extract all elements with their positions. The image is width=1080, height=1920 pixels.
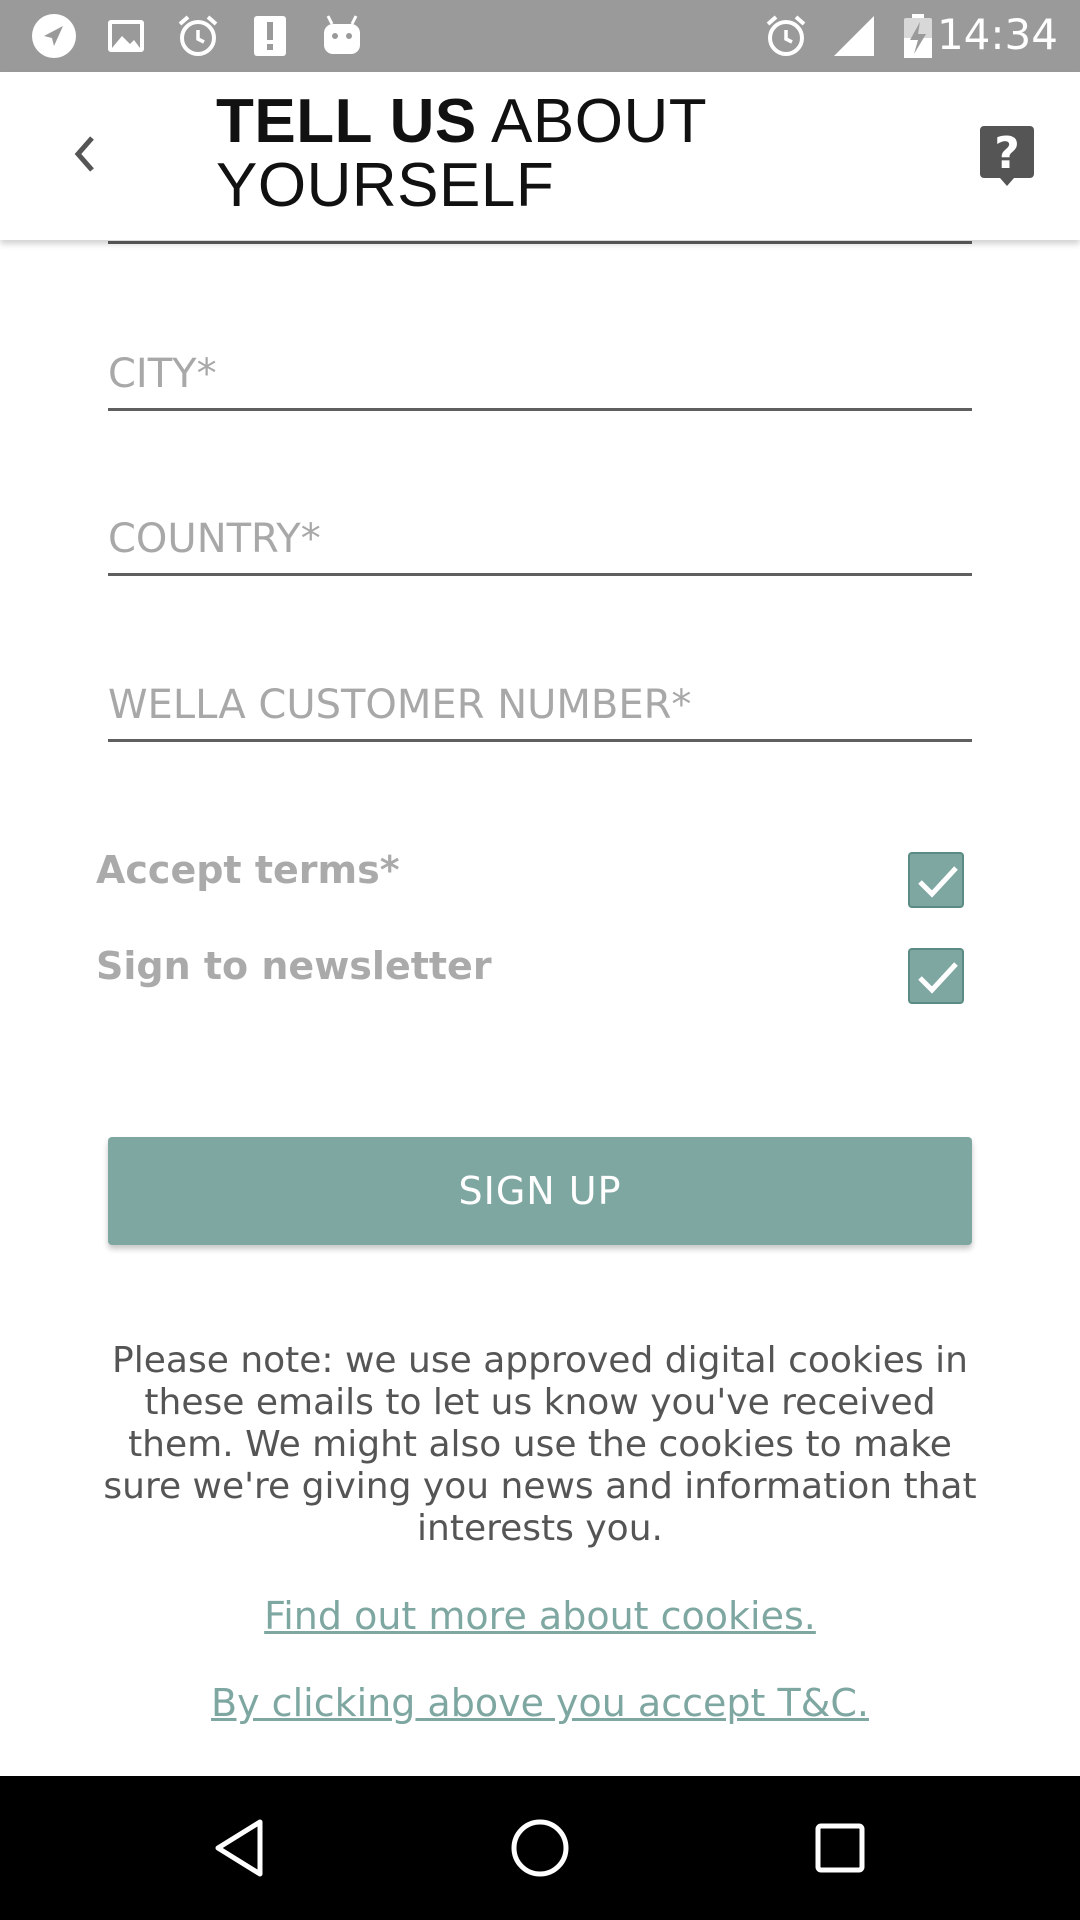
sign-up-button[interactable]: SIGN UP (108, 1137, 972, 1245)
country-field-container (108, 486, 972, 576)
accept-terms-checkbox[interactable] (908, 852, 964, 908)
title-bold: TELL US (216, 87, 477, 156)
page-title: TELL US ABOUT YOURSELF (216, 90, 707, 218)
alert-icon (254, 16, 286, 56)
triangle-back-icon (215, 1819, 263, 1877)
nav-home-button[interactable] (504, 1812, 576, 1884)
svg-text:?: ? (994, 128, 1020, 179)
terms-link[interactable]: By clicking above you accept T&C. (0, 1681, 1080, 1725)
square-recents-icon (815, 1823, 865, 1873)
alarm-icon (766, 15, 806, 56)
chevron-left-icon (74, 136, 94, 172)
checkmark-icon (918, 962, 958, 994)
back-button[interactable] (56, 124, 116, 184)
country-input[interactable] (108, 486, 972, 573)
nav-back-button[interactable] (204, 1812, 276, 1884)
help-button[interactable]: ? (978, 124, 1036, 190)
city-input[interactable] (108, 321, 972, 408)
cookies-link[interactable]: Find out more about cookies. (0, 1594, 1080, 1638)
checkmark-icon (918, 866, 958, 898)
status-bar: 14:34 (0, 0, 1080, 72)
cookie-note: Please note: we use approved digital coo… (103, 1340, 977, 1549)
customer-number-input[interactable] (108, 652, 972, 739)
help-icon: ? (980, 126, 1034, 186)
previous-field-underline (108, 241, 972, 244)
nav-recents-button[interactable] (804, 1812, 876, 1884)
status-time: 14:34 (936, 10, 1058, 59)
battery-charging-icon (904, 14, 932, 58)
newsletter-label: Sign to newsletter (96, 944, 492, 988)
app-header: TELL US ABOUT YOURSELF ? (0, 72, 1080, 240)
title-regular: ABOUT (491, 87, 708, 156)
navigation-icon (32, 14, 76, 58)
accept-terms-label: Accept terms* (96, 848, 400, 892)
android-icon (324, 15, 360, 54)
image-icon (108, 20, 144, 52)
city-field-container (108, 321, 972, 411)
alarm-icon (178, 15, 218, 56)
title-line2: YOURSELF (216, 151, 555, 220)
signal-icon (834, 16, 874, 56)
circle-home-icon (511, 1819, 569, 1877)
customer-number-field-container (108, 652, 972, 742)
navigation-bar (0, 1776, 1080, 1920)
newsletter-checkbox[interactable] (908, 948, 964, 1004)
